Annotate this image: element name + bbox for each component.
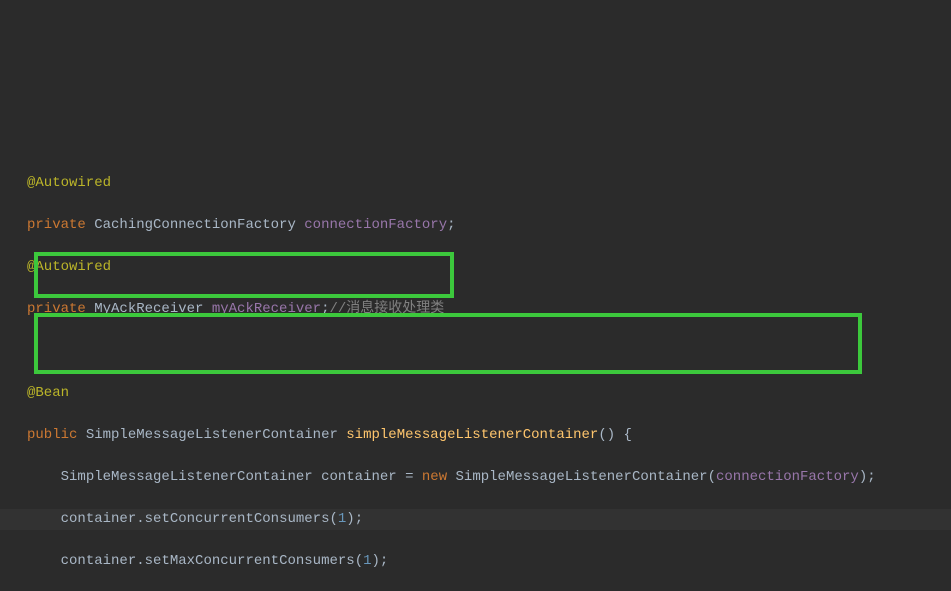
code-block: @Autowired private CachingConnectionFact… — [27, 152, 951, 591]
annotation-bean: @Bean — [27, 385, 69, 401]
annotation-autowired: @Autowired — [27, 259, 111, 275]
code-editor: @Autowired private CachingConnectionFact… — [0, 0, 951, 591]
annotation-autowired: @Autowired — [27, 175, 111, 191]
